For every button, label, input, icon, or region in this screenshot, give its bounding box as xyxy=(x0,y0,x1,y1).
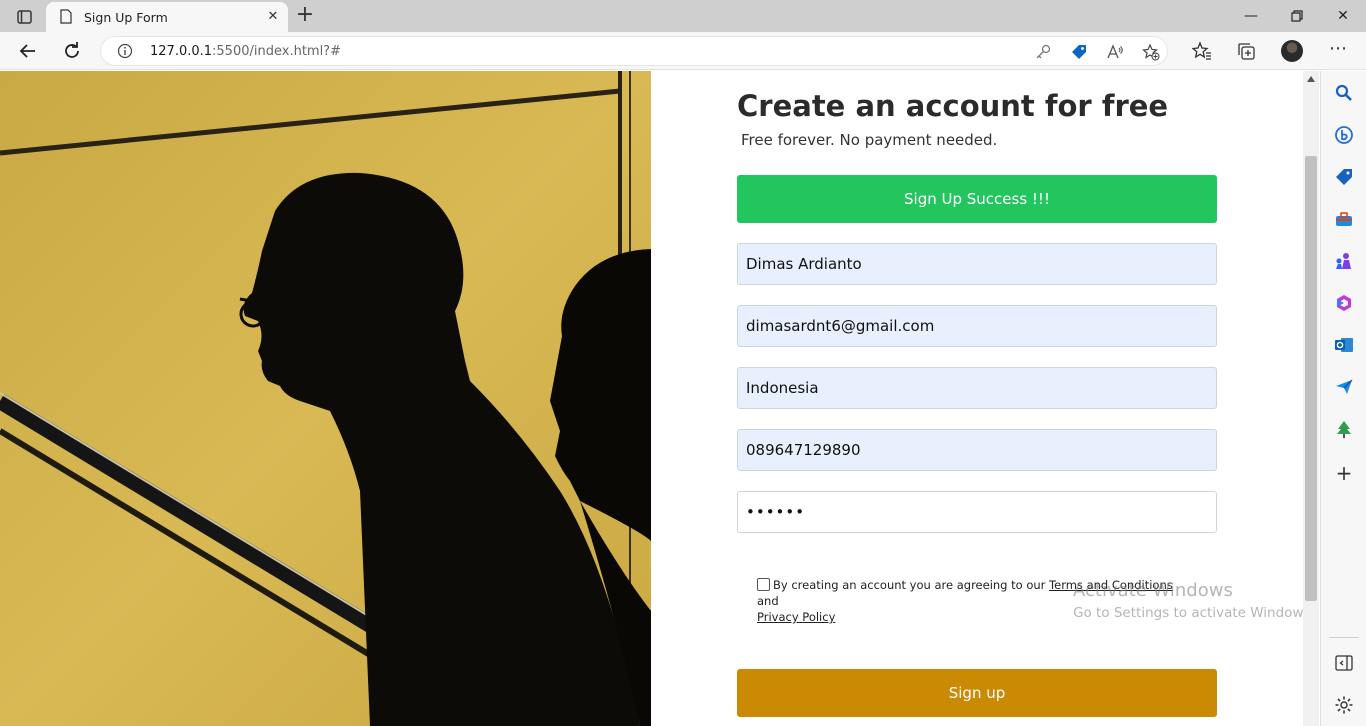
games-icon[interactable] xyxy=(1334,251,1354,271)
terms-checkbox[interactable] xyxy=(757,578,770,591)
outlook-icon[interactable] xyxy=(1334,335,1354,355)
bing-chat-icon[interactable] xyxy=(1334,125,1354,145)
back-icon[interactable] xyxy=(16,39,40,63)
url-text[interactable]: 127.0.0.1:5500/index.html?# xyxy=(150,44,341,59)
more-menu-icon[interactable]: ⋯ xyxy=(1328,40,1348,61)
url-path: :5500/index.html?# xyxy=(212,44,341,59)
close-window-icon[interactable]: ✕ xyxy=(1333,6,1353,26)
page-icon xyxy=(60,9,72,24)
scroll-up-arrow-icon[interactable] xyxy=(1307,76,1315,82)
profile-avatar[interactable] xyxy=(1281,40,1303,62)
settings-gear-icon[interactable] xyxy=(1334,695,1354,715)
read-aloud-icon[interactable] xyxy=(1106,43,1124,61)
email-field[interactable]: dimasardnt6@gmail.com xyxy=(737,305,1217,347)
refresh-icon[interactable] xyxy=(60,39,84,63)
privacy-policy-link[interactable]: Privacy Policy xyxy=(757,610,835,624)
page-scrollbar[interactable] xyxy=(1303,71,1319,726)
page-title: Create an account for free xyxy=(737,89,1169,123)
address-bar[interactable]: 127.0.0.1:5500/index.html?# xyxy=(100,36,1168,66)
browser-toolbar: 127.0.0.1:5500/index.html?# ⋯ xyxy=(0,32,1366,70)
tools-icon[interactable] xyxy=(1334,209,1354,229)
browser-tab[interactable]: Sign Up Form ✕ xyxy=(46,2,288,32)
silhouette-photo-image xyxy=(0,71,651,726)
new-tab-button[interactable]: + xyxy=(294,4,316,27)
terms-and-text: and xyxy=(757,594,779,608)
collections-icon[interactable] xyxy=(1236,41,1256,61)
page-viewport: Create an account for free Free forever.… xyxy=(0,71,1303,726)
tab-bar: Sign Up Form ✕ + — ✕ xyxy=(0,0,1366,32)
key-icon[interactable] xyxy=(1034,43,1052,61)
terms-text: By creating an account you are agreeing … xyxy=(773,578,1050,592)
tree-icon[interactable] xyxy=(1334,419,1354,439)
shopping-tag-icon[interactable] xyxy=(1070,43,1088,61)
success-alert: Sign Up Success !!! xyxy=(737,175,1217,223)
activation-watermark: Activate Windows Go to Settings to activ… xyxy=(1073,580,1315,621)
send-icon[interactable] xyxy=(1334,377,1354,397)
search-icon[interactable] xyxy=(1334,83,1354,103)
watermark-title: Activate Windows xyxy=(1073,580,1233,601)
tab-actions-icon[interactable] xyxy=(10,7,38,27)
hide-sidebar-icon[interactable] xyxy=(1334,653,1354,673)
phone-field[interactable]: 089647129890 xyxy=(737,429,1217,471)
tab-title: Sign Up Form xyxy=(84,10,168,25)
site-info-icon[interactable] xyxy=(117,43,133,59)
sidebar-divider xyxy=(1329,637,1359,638)
password-field[interactable]: •••••• xyxy=(737,491,1217,533)
favorites-icon[interactable] xyxy=(1192,41,1212,61)
restore-icon[interactable] xyxy=(1287,6,1307,26)
signup-button[interactable]: Sign up xyxy=(737,669,1217,717)
edge-sidebar: + xyxy=(1320,71,1366,726)
name-field[interactable]: Dimas Ardianto xyxy=(737,243,1217,285)
shopping-icon[interactable] xyxy=(1334,167,1354,187)
add-sidebar-app-icon[interactable]: + xyxy=(1334,463,1354,483)
hero-photo xyxy=(0,71,651,726)
page-subtitle: Free forever. No payment needed. xyxy=(741,131,998,149)
add-favorite-icon[interactable] xyxy=(1142,43,1160,61)
microsoft365-icon[interactable] xyxy=(1334,293,1354,313)
minimize-icon[interactable]: — xyxy=(1241,6,1261,26)
country-field[interactable]: Indonesia xyxy=(737,367,1217,409)
close-tab-icon[interactable]: ✕ xyxy=(264,8,282,26)
scrollbar-thumb[interactable] xyxy=(1305,156,1317,601)
signup-form: Create an account for free Free forever.… xyxy=(737,71,1217,726)
url-host: 127.0.0.1 xyxy=(150,44,213,59)
watermark-subtitle: Go to Settings to activate Windows. xyxy=(1073,605,1315,621)
